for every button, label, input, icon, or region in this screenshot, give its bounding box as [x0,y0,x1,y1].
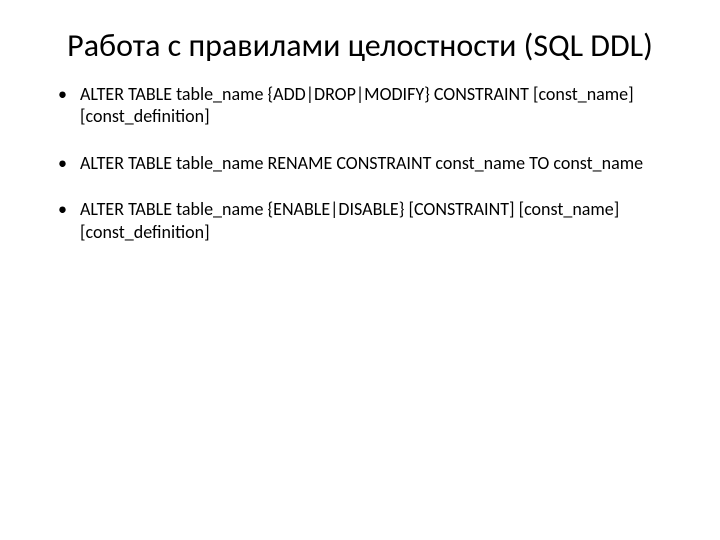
slide: Работа с правилами целостности (SQL DDL)… [0,0,720,287]
list-item: ALTER TABLE table_name {ENABLE|DISABLE} … [50,198,670,243]
list-item: ALTER TABLE table_name {ADD|DROP|MODIFY}… [50,83,670,128]
slide-title: Работа с правилами целостности (SQL DDL) [50,28,670,65]
list-item: ALTER TABLE table_name RENAME CONSTRAINT… [50,152,670,175]
bullet-list: ALTER TABLE table_name {ADD|DROP|MODIFY}… [50,83,670,244]
